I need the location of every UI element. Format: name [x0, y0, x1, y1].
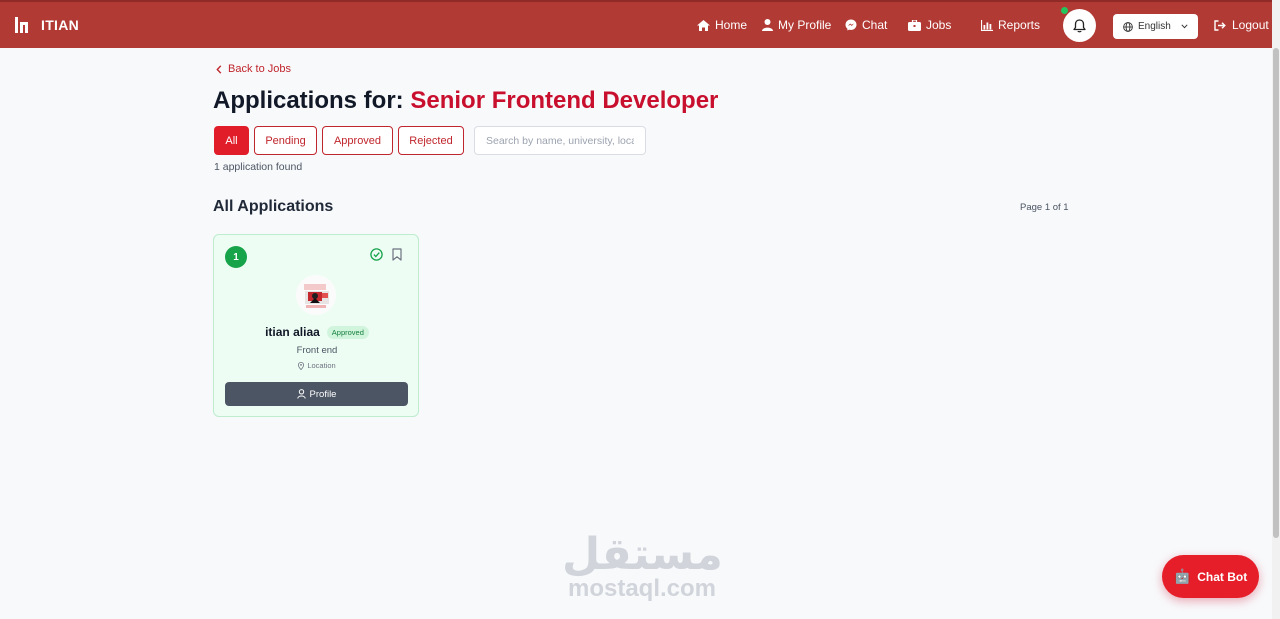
nav-item-my-profile[interactable]: My Profile: [762, 18, 845, 32]
messenger-icon: [845, 19, 857, 31]
robot-icon: 🤖: [1173, 568, 1192, 584]
bell-icon: [1073, 18, 1086, 32]
chevron-left-icon: [216, 64, 222, 74]
job-title: Senior Frontend Developer: [410, 87, 719, 114]
filter-all-button[interactable]: All: [214, 126, 249, 155]
pagination-info: Page 1 of 1: [1020, 202, 1069, 213]
chart-icon: [981, 19, 993, 31]
chat-bot-button[interactable]: 🤖 Chat Bot: [1162, 555, 1259, 598]
application-card: 1 itian aliaa Approved Front end Locatio…: [213, 234, 419, 417]
filter-pending-button[interactable]: Pending: [254, 126, 317, 155]
logout-button[interactable]: Logout: [1214, 2, 1269, 48]
application-number-badge: 1: [225, 246, 247, 268]
applicant-role: Front end: [296, 345, 338, 356]
applicant-avatar: [296, 275, 336, 315]
page-title-prefix: Applications for:: [213, 87, 404, 114]
watermark-arabic: مستقل: [562, 529, 723, 580]
scrollbar-thumb[interactable]: [1273, 48, 1279, 538]
notifications-button[interactable]: [1061, 7, 1096, 42]
globe-icon: [1123, 21, 1133, 32]
map-pin-icon: [298, 361, 305, 370]
view-profile-button[interactable]: Profile: [225, 382, 408, 406]
applicant-location: Location: [214, 361, 420, 370]
logout-label: Logout: [1232, 18, 1269, 32]
nav-item-reports[interactable]: Reports: [981, 18, 1061, 32]
briefcase-icon: [908, 19, 921, 31]
brand-name: ITIAN: [41, 17, 80, 33]
nav-chat-label: Chat: [862, 18, 888, 32]
nav-home-label: Home: [715, 18, 748, 32]
home-icon: [697, 19, 710, 31]
avatar-image: [296, 275, 336, 315]
logout-icon: [1214, 19, 1226, 31]
user-icon: [762, 19, 773, 31]
language-label: English: [1138, 21, 1171, 32]
nav-item-chat[interactable]: Chat: [845, 18, 908, 32]
page-scrollbar[interactable]: [1272, 0, 1280, 619]
view-profile-label: Profile: [309, 388, 337, 400]
status-badge: Approved: [326, 325, 369, 339]
chat-bot-label: Chat Bot: [1197, 569, 1248, 584]
page-title: Applications for: Senior Frontend Develo…: [213, 87, 718, 115]
nav-my-profile-label: My Profile: [778, 18, 832, 32]
chevron-down-icon: [1181, 24, 1188, 29]
back-to-jobs-label: Back to Jobs: [228, 63, 291, 75]
back-to-jobs-link[interactable]: Back to Jobs: [216, 63, 291, 75]
nav-reports-label: Reports: [998, 18, 1041, 32]
nav-item-jobs[interactable]: Jobs: [908, 18, 981, 32]
notification-indicator: [1061, 7, 1068, 14]
top-navbar: ITIAN Home My Profile Chat Jobs Reports …: [0, 0, 1272, 48]
results-count: 1 application found: [214, 161, 303, 173]
status-filters: All Pending Approved Rejected: [214, 126, 464, 155]
nav-links: Home My Profile Chat Jobs Reports: [697, 2, 1061, 48]
search-input[interactable]: [474, 126, 646, 155]
bookmark-icon[interactable]: [392, 248, 402, 261]
filter-rejected-button[interactable]: Rejected: [398, 126, 464, 155]
watermark-latin: mostaql.com: [567, 575, 717, 602]
language-selector[interactable]: English: [1113, 14, 1198, 39]
mostaql-watermark: مستقل mostaql.com: [562, 529, 723, 602]
nav-item-home[interactable]: Home: [697, 18, 762, 32]
nav-jobs-label: Jobs: [926, 18, 952, 32]
itian-logo-icon: [15, 17, 28, 33]
applicant-name: itian aliaa: [265, 325, 320, 339]
filter-approved-button[interactable]: Approved: [322, 126, 393, 155]
section-title: All Applications: [213, 198, 334, 215]
brand[interactable]: ITIAN: [14, 16, 79, 34]
location-label: Location: [307, 361, 336, 370]
applicant-name-row: itian aliaa Approved: [214, 325, 420, 339]
user-outline-icon: [296, 389, 306, 399]
approve-check-icon[interactable]: [370, 248, 383, 261]
